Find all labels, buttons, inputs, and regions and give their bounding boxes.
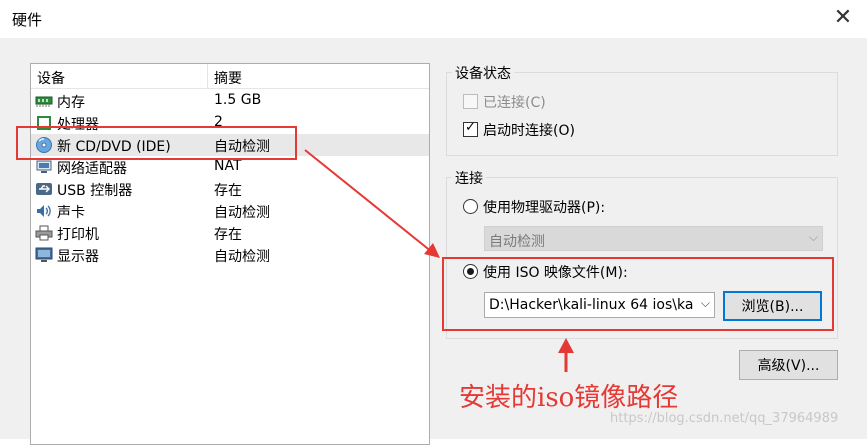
arrow-to-iso-option — [304, 149, 440, 258]
annotation-iso-path-text: 安装的iso镜像路径 — [459, 383, 679, 413]
arrow-to-iso-path — [558, 338, 574, 372]
annotation-arrows — [304, 149, 574, 372]
watermark: https://blog.csdn.net/qq_37964989 — [610, 411, 839, 426]
